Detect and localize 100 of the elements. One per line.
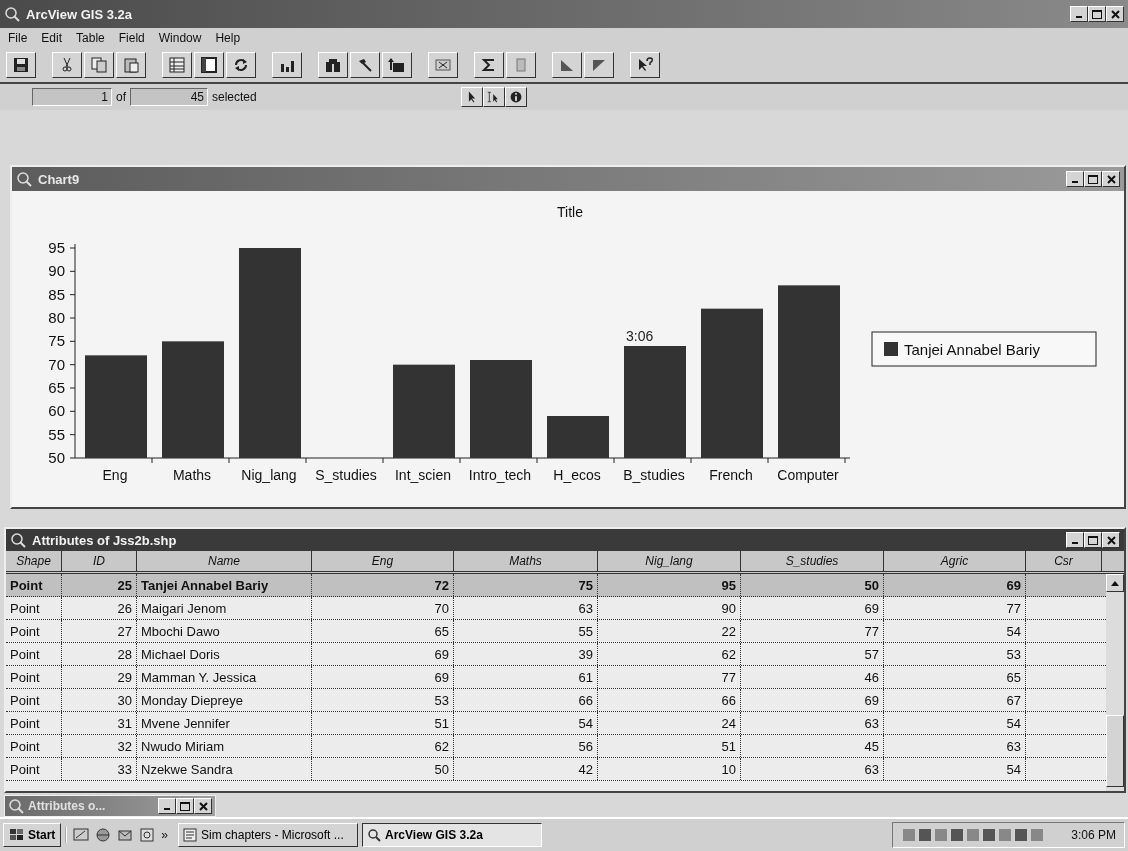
taskbar-button[interactable]: Sim chapters - Microsoft ... (178, 823, 359, 847)
toolbar-button[interactable] (116, 52, 146, 78)
toolbar-button[interactable] (552, 52, 582, 78)
toolbar-button[interactable] (382, 52, 412, 78)
table-cell: 63 (741, 758, 884, 780)
table-cell: 77 (741, 620, 884, 642)
toolbar-button[interactable] (6, 52, 36, 78)
toolbar-button[interactable] (272, 52, 302, 78)
toolbar-button[interactable] (226, 52, 256, 78)
table-row[interactable]: Point 30 Monday Diepreye 53 66 66 69 67 (6, 689, 1106, 712)
table-row[interactable]: Point 31 Mvene Jennifer 51 54 24 63 54 (6, 712, 1106, 735)
menu-item[interactable]: Table (76, 31, 105, 45)
tool-button[interactable] (504, 87, 527, 107)
start-button[interactable]: Start (3, 823, 62, 847)
toolbar-button[interactable] (52, 52, 82, 78)
table-cell: 66 (454, 689, 598, 711)
table-row[interactable]: Point 25 Tanjei Annabel Bariy 72 75 95 50 69 (6, 574, 1106, 597)
x-tick-label: French (709, 467, 753, 483)
mail-icon[interactable] (117, 827, 134, 843)
table-row[interactable]: Point 27 Mbochi Dawo 65 55 22 77 54 (6, 620, 1106, 643)
close-button[interactable] (1102, 532, 1120, 548)
table-cell: 30 (62, 689, 137, 711)
table-icon (168, 57, 186, 73)
toolbar-button[interactable] (428, 52, 458, 78)
maximize-button[interactable] (1084, 171, 1102, 187)
tool-button[interactable] (482, 87, 505, 107)
minimized-window-title: Attributes o... (28, 799, 107, 813)
toolbar-button[interactable] (84, 52, 114, 78)
of-label: of (116, 90, 126, 104)
maximize-button[interactable] (176, 798, 194, 814)
table-cell: 50 (741, 574, 884, 596)
more-chevron[interactable]: » (161, 828, 169, 842)
minimize-button[interactable] (158, 798, 176, 814)
toolbar-button[interactable] (350, 52, 380, 78)
table-cell: Point (6, 689, 62, 711)
table-cell: 63 (884, 735, 1026, 757)
column-header[interactable]: Agric (884, 551, 1026, 571)
menu-item[interactable]: Field (118, 31, 145, 45)
tool-button[interactable] (460, 87, 483, 107)
menu-item[interactable]: File (8, 31, 28, 45)
menu-item[interactable]: Help (215, 31, 241, 45)
column-header[interactable]: Csr (1026, 551, 1102, 571)
scroll-up-button[interactable] (1106, 574, 1124, 592)
table-row[interactable]: Point 33 Nzekwe Sandra 50 42 10 63 54 (6, 758, 1106, 781)
close-button[interactable] (1106, 6, 1124, 22)
column-header[interactable]: Name (137, 551, 312, 571)
scroll-thumb[interactable] (1106, 715, 1124, 787)
menu-item[interactable]: Window (158, 31, 202, 45)
y-tick-label: 65 (48, 379, 65, 396)
toolbar-button[interactable] (506, 52, 536, 78)
toolbar-button[interactable] (194, 52, 224, 78)
table-cell: 53 (884, 643, 1026, 665)
x-tick-label: Maths (172, 467, 212, 483)
table-window-title: Attributes of Jss2b.shp (32, 532, 178, 548)
minimize-button[interactable] (1066, 532, 1084, 548)
x-tick-label: S_studies (315, 467, 377, 483)
column-header[interactable]: S_studies (741, 551, 884, 571)
maximize-button[interactable] (1084, 532, 1102, 548)
chart-bar (547, 416, 609, 458)
up-arrow-icon (1111, 580, 1119, 586)
minimize-button[interactable] (1066, 171, 1084, 187)
y-tick-label: 95 (48, 239, 65, 256)
table-cell: Nzekwe Sandra (137, 758, 312, 780)
toolbar-button[interactable] (630, 52, 660, 78)
toolbar-button[interactable] (584, 52, 614, 78)
table-cell: 51 (598, 735, 741, 757)
vertical-scrollbar[interactable] (1106, 574, 1124, 791)
column-header[interactable]: Shape (6, 551, 62, 571)
maximize-icon (1092, 9, 1102, 19)
menu-item[interactable]: Edit (41, 31, 63, 45)
copy-icon (90, 57, 108, 73)
y-tick-label: 60 (48, 402, 65, 420)
column-header[interactable]: Nig_lang (598, 551, 741, 571)
toolbar-button[interactable] (162, 52, 192, 78)
table-cell: Mamman Y. Jessica (137, 666, 312, 688)
table-cell: Monday Diepreye (137, 689, 312, 711)
y-tick-label: 70 (48, 355, 65, 373)
table-cell: 63 (741, 712, 884, 734)
table-cell: 61 (454, 666, 598, 688)
table-cell: 69 (884, 574, 1026, 596)
table-cell: 70 (312, 597, 454, 619)
close-button[interactable] (194, 798, 212, 814)
table-row[interactable]: Point 32 Nwudo Miriam 62 56 51 45 63 (6, 735, 1106, 758)
taskbar-button[interactable]: ArcView GIS 3.2a (362, 823, 543, 847)
column-header[interactable]: ID (62, 551, 137, 571)
table-cell: Point (6, 712, 62, 734)
minimize-button[interactable] (1070, 6, 1088, 22)
toolbar-button[interactable] (474, 52, 504, 78)
toolbar-button[interactable] (318, 52, 348, 78)
table-row[interactable]: Point 26 Maigari Jenom 70 63 90 69 77 (6, 597, 1106, 620)
column-header[interactable]: Eng (312, 551, 454, 571)
table-row[interactable]: Point 28 Michael Doris 69 39 62 57 53 (6, 643, 1106, 666)
table-cell: 62 (598, 643, 741, 665)
close-button[interactable] (1102, 171, 1120, 187)
maximize-button[interactable] (1088, 6, 1106, 22)
browser-icon[interactable] (95, 827, 112, 843)
table-cell: 10 (598, 758, 741, 780)
table-row[interactable]: Point 29 Mamman Y. Jessica 69 61 77 46 65 (6, 666, 1106, 689)
column-header[interactable]: Maths (454, 551, 598, 571)
close-icon (1110, 9, 1120, 19)
